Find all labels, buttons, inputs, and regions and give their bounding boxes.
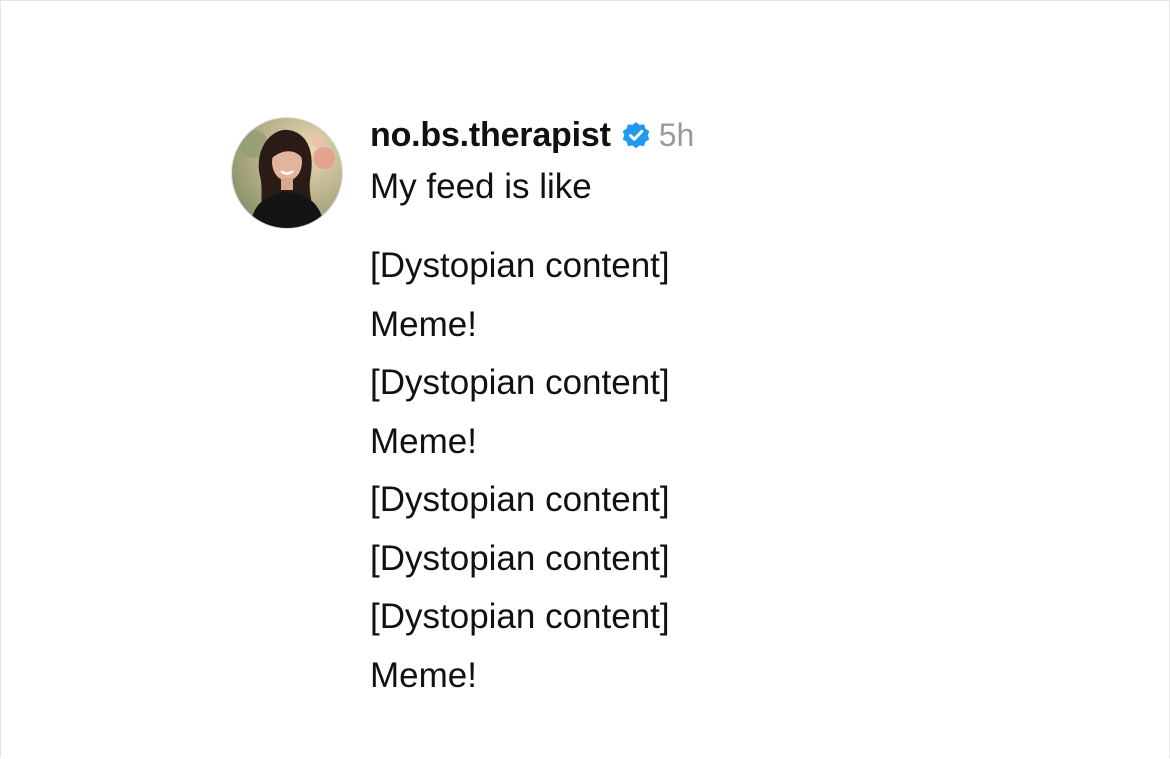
verified-badge-icon (620, 119, 652, 151)
post-text-first-line: My feed is like (370, 167, 592, 206)
post-timestamp[interactable]: 5h (659, 117, 695, 154)
post-text-line: [Dystopian content] (370, 246, 670, 285)
avatar[interactable] (232, 118, 342, 228)
post-text-line: Meme! (370, 304, 477, 344)
post-text-line: Meme! (370, 655, 477, 695)
post-header: no.bs.therapist 5h (370, 113, 930, 157)
profile-photo (232, 118, 342, 228)
post-text-line: [Dystopian content] (370, 480, 670, 519)
post-text-line: [Dystopian content] (370, 363, 670, 402)
post-text-line: [Dystopian content] (370, 538, 670, 578)
post-text-line: [Dystopian content] (370, 597, 670, 636)
post-text-line: Meme! (370, 421, 477, 461)
post-content: no.bs.therapist 5h My feed is like [Dyst… (370, 113, 930, 705)
username[interactable]: no.bs.therapist (370, 116, 611, 155)
post-body: [Dystopian content] Meme! [Dystopian con… (370, 237, 930, 705)
